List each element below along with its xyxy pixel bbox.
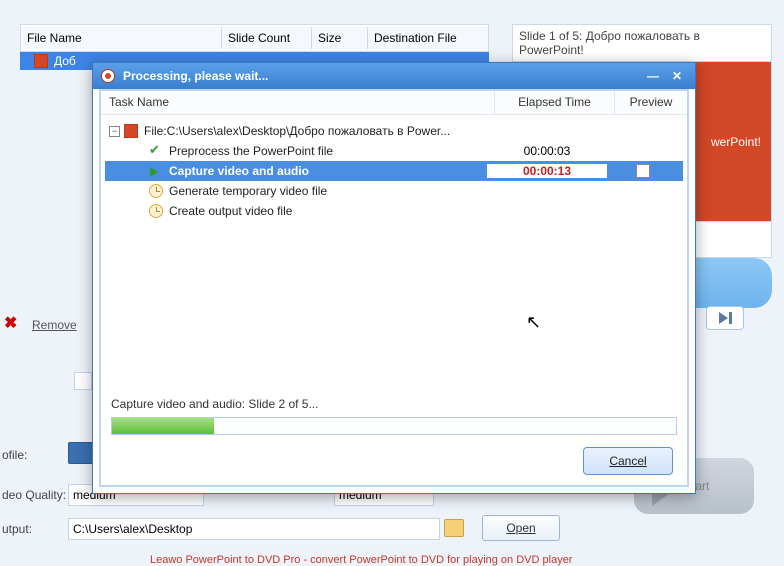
task-label: Create output video file	[169, 204, 487, 218]
col-slide-count[interactable]: Slide Count	[222, 27, 312, 49]
powerpoint-icon	[124, 124, 138, 138]
col-destination[interactable]: Destination File	[368, 27, 488, 49]
task-label: Capture video and audio	[169, 164, 487, 178]
video-quality-label: deo Quality:	[2, 488, 66, 502]
close-button[interactable]: ✕	[667, 69, 687, 83]
tree-root-row[interactable]: − File:C:\Users\alex\Desktop\Добро пожал…	[105, 121, 683, 141]
col-preview[interactable]: Preview	[615, 91, 687, 114]
task-label: Preprocess the PowerPoint file	[169, 144, 487, 158]
col-task-name[interactable]: Task Name	[101, 91, 495, 114]
dialog-body: Task Name Elapsed Time Preview − File:C:…	[99, 89, 689, 487]
footer-text: Leawo PowerPoint to DVD Pro - convert Po…	[150, 554, 572, 566]
check-icon	[149, 144, 163, 158]
next-button[interactable]	[706, 306, 744, 330]
task-row-active[interactable]: Capture video and audio 00:00:13	[105, 161, 683, 181]
progress-bar	[111, 417, 677, 435]
col-file-name[interactable]: File Name	[21, 27, 222, 49]
task-row[interactable]: Preprocess the PowerPoint file 00:00:03	[105, 141, 683, 161]
profile-label: ofile:	[2, 448, 27, 462]
arrow-right-icon	[149, 164, 163, 178]
col-size[interactable]: Size	[312, 27, 368, 49]
dialog-titlebar[interactable]: Processing, please wait... — ✕	[93, 63, 695, 89]
task-label: Generate temporary video file	[169, 184, 487, 198]
file-table-header: File Name Slide Count Size Destination F…	[20, 24, 489, 52]
collapse-icon[interactable]: −	[109, 126, 120, 137]
next-icon-bar	[729, 312, 732, 324]
toolbar-small-icon[interactable]	[74, 372, 92, 390]
app-icon	[101, 69, 115, 83]
remove-x-icon[interactable]: ✖	[4, 313, 17, 333]
dialog-title: Processing, please wait...	[123, 69, 268, 83]
next-icon	[719, 312, 728, 324]
mouse-cursor-icon: ↖	[526, 312, 541, 333]
progress-fill	[112, 418, 214, 434]
output-path-input[interactable]	[68, 518, 440, 540]
task-elapsed: 00:00:03	[487, 144, 607, 158]
status-text: Capture video and audio: Slide 2 of 5...	[111, 397, 318, 411]
task-tree: − File:C:\Users\alex\Desktop\Добро пожал…	[101, 115, 687, 225]
output-label: utput:	[2, 522, 32, 536]
task-row[interactable]: Create output video file	[105, 201, 683, 221]
preview-slide-text: werPoint!	[711, 135, 761, 149]
cancel-button[interactable]: Cancel	[583, 447, 673, 475]
task-elapsed: 00:00:13	[487, 164, 607, 178]
processing-dialog: Processing, please wait... — ✕ Task Name…	[92, 62, 696, 494]
open-button[interactable]: Open	[482, 515, 560, 541]
remove-link[interactable]: Remove	[32, 318, 77, 332]
clock-icon	[149, 204, 163, 218]
folder-icon[interactable]	[444, 519, 464, 537]
root-label: File:C:\Users\alex\Desktop\Добро пожалов…	[144, 124, 487, 138]
minimize-button[interactable]: —	[643, 69, 663, 83]
preview-title: Slide 1 of 5: Добро пожаловать в PowerPo…	[512, 24, 772, 62]
file-row-name: Доб	[54, 54, 76, 68]
preview-checkbox[interactable]	[636, 164, 650, 178]
task-row[interactable]: Generate temporary video file	[105, 181, 683, 201]
clock-icon	[149, 184, 163, 198]
task-header-row: Task Name Elapsed Time Preview	[101, 91, 687, 115]
col-elapsed[interactable]: Elapsed Time	[495, 91, 615, 114]
powerpoint-icon	[34, 54, 48, 68]
